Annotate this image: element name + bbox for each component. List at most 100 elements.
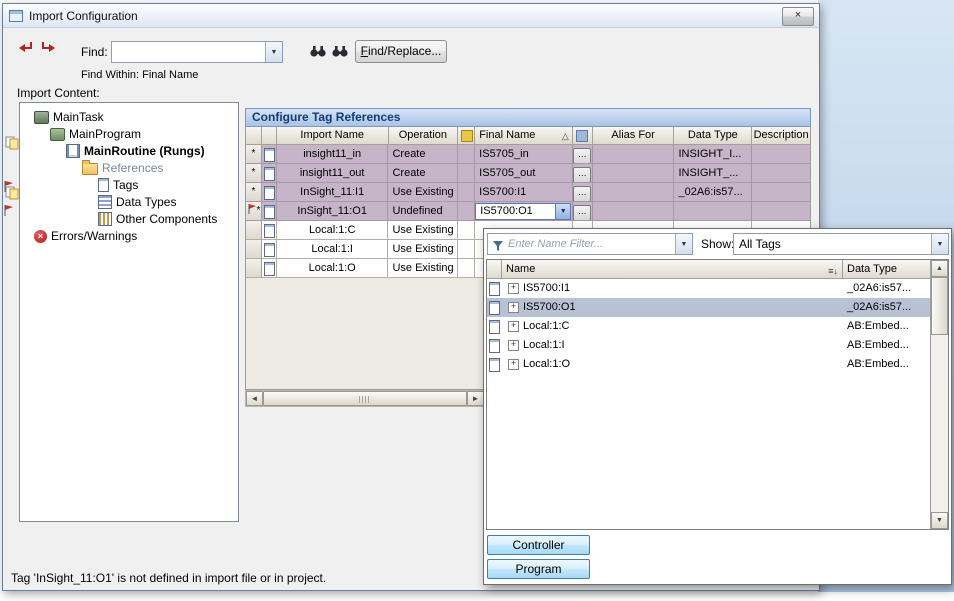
tag-name-cell[interactable]: +Local:1:C: [502, 317, 843, 336]
chevron-down-icon[interactable]: ▼: [675, 234, 692, 254]
operation-cell[interactable]: Create: [388, 145, 458, 164]
data-type-cell[interactable]: INSIGHT_...: [674, 164, 752, 183]
tag-name-cell[interactable]: +IS5700:O1: [502, 298, 843, 317]
tree-item-maintask[interactable]: MainTask: [34, 109, 104, 125]
grid-row[interactable]: * insight11_in Create IS5705_in … INSIGH…: [246, 145, 810, 164]
expand-icon[interactable]: +: [508, 302, 519, 313]
browse-button[interactable]: …: [573, 167, 591, 183]
flag-column-header[interactable]: [458, 127, 475, 145]
tree-item-mainprogram[interactable]: MainProgram: [50, 126, 141, 142]
browse-column-header[interactable]: [573, 127, 593, 145]
operation-cell[interactable]: Use Existing: [388, 221, 458, 240]
import-name-header[interactable]: Import Name: [277, 127, 389, 145]
row-selector[interactable]: *: [246, 183, 262, 202]
import-arrow-icon[interactable]: [17, 40, 35, 61]
import-name-cell[interactable]: Local:1:C: [277, 221, 389, 240]
export-arrow-icon[interactable]: [39, 40, 57, 61]
chevron-down-icon[interactable]: ▼: [265, 42, 282, 62]
description-cell[interactable]: [752, 202, 810, 221]
import-name-cell[interactable]: InSight_11:O1: [277, 202, 389, 221]
final-name-cell[interactable]: IS5705_out: [475, 164, 573, 183]
tag-row[interactable]: +IS5700:I1 _02A6:is57...: [487, 279, 948, 298]
scroll-left-button[interactable]: ◄: [246, 391, 263, 406]
tag-row[interactable]: +Local:1:I AB:Embed...: [487, 336, 948, 355]
final-name-cell[interactable]: IS5700:I1: [475, 183, 573, 202]
alias-for-cell[interactable]: [593, 164, 675, 183]
operation-cell[interactable]: Create: [388, 164, 458, 183]
final-name-combobox[interactable]: IS5700:O1 ▼: [475, 203, 571, 220]
vertical-scrollbar[interactable]: ▲ ▼: [930, 260, 948, 529]
alias-for-header[interactable]: Alias For: [593, 127, 675, 145]
import-name-cell[interactable]: insight11_in: [277, 145, 389, 164]
data-type-header[interactable]: Data Type: [674, 127, 752, 145]
name-header[interactable]: Name≡↓: [502, 260, 843, 279]
row-selector[interactable]: [246, 240, 262, 259]
scroll-up-button[interactable]: ▲: [931, 260, 948, 277]
data-type-cell[interactable]: _02A6:is57...: [674, 183, 752, 202]
browse-button[interactable]: …: [573, 186, 591, 202]
description-cell[interactable]: [752, 164, 810, 183]
tag-row[interactable]: +Local:1:C AB:Embed...: [487, 317, 948, 336]
tree-item-mainroutine[interactable]: MainRoutine (Rungs): [66, 143, 205, 159]
operation-cell[interactable]: Use Existing: [388, 240, 458, 259]
expand-icon[interactable]: +: [508, 359, 519, 370]
tag-name-cell[interactable]: +IS5700:I1: [502, 279, 843, 298]
find-next-icon[interactable]: [309, 44, 327, 63]
scrollbar-thumb[interactable]: [263, 391, 467, 406]
import-name-cell[interactable]: Local:1:I: [277, 240, 389, 259]
final-name-cell[interactable]: IS5700:O1 ▼: [475, 202, 573, 221]
alias-for-cell[interactable]: [593, 202, 675, 221]
import-name-cell[interactable]: InSight_11:I1: [277, 183, 389, 202]
tag-row[interactable]: +Local:1:O AB:Embed...: [487, 355, 948, 374]
operation-cell[interactable]: Use Existing: [388, 259, 458, 278]
alias-for-cell[interactable]: [593, 145, 675, 164]
import-name-cell[interactable]: insight11_out: [277, 164, 389, 183]
find-combobox[interactable]: ▼: [111, 41, 283, 63]
final-name-cell[interactable]: IS5705_in: [475, 145, 573, 164]
browse-cell[interactable]: …: [573, 183, 593, 202]
description-header[interactable]: Description: [752, 127, 810, 145]
name-filter-input[interactable]: Enter Name Filter... ▼: [487, 233, 693, 255]
alias-for-cell[interactable]: [593, 183, 675, 202]
tree-item-tags[interactable]: Tags: [98, 177, 138, 193]
row-selector[interactable]: *: [246, 164, 262, 183]
name-sort-icon[interactable]: ≡↓: [828, 262, 838, 279]
row-selector[interactable]: *: [246, 202, 262, 221]
show-combobox[interactable]: All Tags ▼: [733, 233, 949, 255]
tree-item-errors-warnings[interactable]: Errors/Warnings: [34, 228, 137, 244]
grid-row[interactable]: * insight11_out Create IS5705_out … INSI…: [246, 164, 810, 183]
chevron-down-icon[interactable]: ▼: [931, 234, 948, 254]
tree-item-other-components[interactable]: Other Components: [98, 211, 217, 227]
browse-button[interactable]: …: [573, 148, 591, 164]
grid-row-editing[interactable]: * InSight_11:O1 Undefined IS5700:O1 ▼ …: [246, 202, 810, 221]
program-button[interactable]: Program: [487, 559, 590, 579]
scroll-down-button[interactable]: ▼: [931, 512, 948, 529]
data-type-cell[interactable]: INSIGHT_I...: [674, 145, 752, 164]
browse-button[interactable]: …: [573, 205, 591, 221]
scroll-right-button[interactable]: ►: [467, 391, 484, 406]
close-button[interactable]: ×: [782, 7, 814, 26]
data-type-cell[interactable]: [674, 202, 752, 221]
browse-cell[interactable]: …: [573, 202, 593, 221]
title-bar[interactable]: Import Configuration: [3, 4, 819, 28]
row-selector[interactable]: [246, 221, 262, 240]
tag-row-selected[interactable]: +IS5700:O1 _02A6:is57...: [487, 298, 948, 317]
operation-cell[interactable]: Undefined: [388, 202, 458, 221]
tree-item-references[interactable]: References: [82, 160, 163, 176]
row-selector[interactable]: [246, 259, 262, 278]
tag-name-cell[interactable]: +Local:1:O: [502, 355, 843, 374]
final-name-header[interactable]: Final Name△: [475, 127, 573, 145]
controller-button[interactable]: Controller: [487, 535, 590, 555]
description-cell[interactable]: [752, 145, 810, 164]
description-cell[interactable]: [752, 183, 810, 202]
chevron-down-icon[interactable]: ▼: [555, 204, 570, 219]
data-type-header[interactable]: Data Type: [843, 260, 930, 279]
expand-icon[interactable]: +: [508, 283, 519, 294]
horizontal-scrollbar[interactable]: ◄ ►: [245, 390, 485, 407]
row-selector[interactable]: *: [246, 145, 262, 164]
expand-icon[interactable]: +: [508, 321, 519, 332]
operation-header[interactable]: Operation: [389, 127, 459, 145]
operation-cell[interactable]: Use Existing: [388, 183, 458, 202]
browse-cell[interactable]: …: [573, 164, 593, 183]
find-replace-button[interactable]: Find/Replace...: [355, 40, 447, 63]
